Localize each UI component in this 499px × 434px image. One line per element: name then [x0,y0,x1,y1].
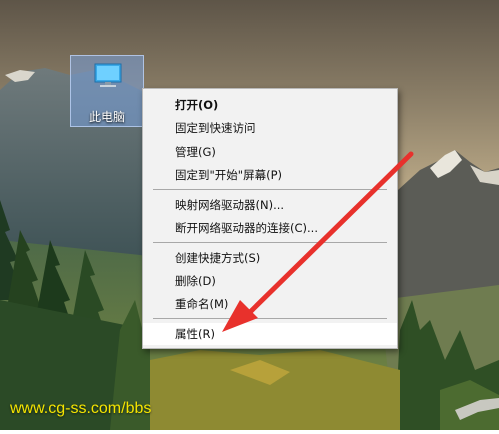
menu-separator [153,242,387,243]
menu-item-properties[interactable]: 属性(R) [143,323,397,345]
menu-item-disconnect-network-drive[interactable]: 断开网络驱动器的连接(C)... [143,217,397,239]
menu-item-pin-quick-access[interactable]: 固定到快速访问 [143,117,397,139]
this-pc-label: 此电脑 [88,110,125,124]
menu-item-rename[interactable]: 重命名(M) [143,293,397,315]
watermark-url: www.cg-ss.com/bbs [10,400,152,417]
computer-monitor-icon [93,61,123,95]
menu-item-map-network-drive[interactable]: 映射网络驱动器(N)... [143,194,397,216]
context-menu: 打开(O) 固定到快速访问 管理(G) 固定到"开始"屏幕(P) 映射网络驱动器… [142,88,398,349]
menu-item-create-shortcut[interactable]: 创建快捷方式(S) [143,247,397,269]
this-pc-desktop-icon[interactable]: 此电脑 [70,55,144,127]
menu-item-pin-start[interactable]: 固定到"开始"屏幕(P) [143,164,397,186]
menu-separator [153,318,387,319]
menu-separator [153,189,387,190]
menu-item-manage[interactable]: 管理(G) [143,141,397,163]
menu-item-delete[interactable]: 删除(D) [143,270,397,292]
menu-item-open[interactable]: 打开(O) [143,94,397,116]
